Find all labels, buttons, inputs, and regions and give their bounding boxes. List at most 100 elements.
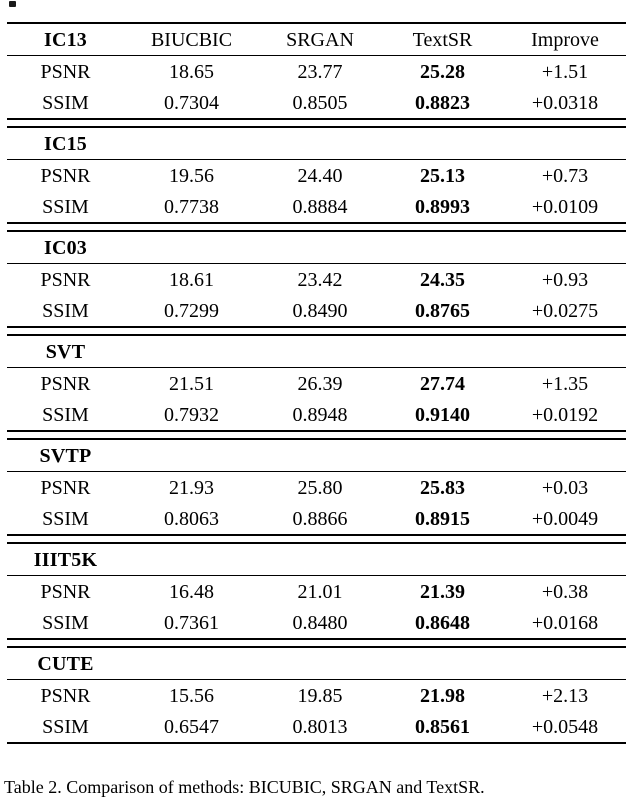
value: 0.8866 [293,508,348,530]
block-separator [7,431,626,439]
value: 0.6547 [164,716,219,738]
value-cell-improve: +0.0192 [504,399,626,431]
block-separator-cell [381,431,504,439]
metric-name-label: SSIM [42,196,89,218]
value: 21.01 [298,581,343,603]
value: +1.51 [542,61,588,83]
group-header-blank-cell [504,543,626,576]
value-cell-textsr: 21.39 [381,576,504,608]
column-header-textsr: TextSR [381,23,504,56]
group-header-row: CUTE [7,647,626,680]
value-cell-bicubic: 0.7932 [124,399,259,431]
group-header-blank-cell [124,543,259,576]
value-cell-bicubic: 0.6547 [124,711,259,743]
group-header-blank-cell [259,439,381,472]
group-header-blank-cell [259,543,381,576]
value-cell-srgan: 0.8505 [259,87,381,119]
block-separator-cell [259,431,381,439]
results-table: IC13BIUCBICSRGANTextSRImprovePSNR18.6523… [7,22,626,744]
metric-name-label: SSIM [42,300,89,322]
value-cell-improve: +0.0109 [504,191,626,223]
value: +0.0318 [532,92,598,114]
value-cell-textsr: 25.28 [381,56,504,88]
table-row: PSNR16.4821.0121.39+0.38 [7,576,626,608]
best-value: 0.8823 [415,92,470,114]
value-cell-improve: +0.0049 [504,503,626,535]
metric-name-cell: SSIM [7,607,124,639]
value: 25.80 [298,477,343,499]
block-separator-cell [124,223,259,231]
value: 21.51 [169,373,214,395]
group-header-blank-cell [381,439,504,472]
value: 0.7738 [164,196,219,218]
value: 0.8948 [293,404,348,426]
group-name-label: IC13 [44,29,87,51]
value: +0.0049 [532,508,598,530]
value-cell-srgan: 21.01 [259,576,381,608]
value: +0.73 [542,165,588,187]
value: 15.56 [169,685,214,707]
value: 26.39 [298,373,343,395]
value-cell-improve: +0.0275 [504,295,626,327]
table-row: PSNR 18.65 23.7725.28 +1.51 [7,56,626,88]
value-cell-bicubic: 18.65 [124,56,259,88]
value-cell-srgan: 23.77 [259,56,381,88]
value-cell-srgan: 0.8866 [259,503,381,535]
block-separator-cell [7,223,124,231]
value-cell-srgan: 26.39 [259,368,381,400]
value: +0.0168 [532,612,598,634]
group-name-cell: IC03 [7,231,124,264]
value: +0.0192 [532,404,598,426]
group-name-label: CUTE [37,653,93,675]
group-header-blank-cell [259,647,381,680]
value: 18.65 [169,61,214,83]
block-separator-cell [7,639,124,647]
block-separator-cell [504,431,626,439]
block-separator [7,223,626,231]
best-value: 0.8915 [415,508,470,530]
group-name-label: SVT [46,341,86,363]
value-cell-bicubic: 21.93 [124,472,259,504]
value-cell-srgan: 0.8013 [259,711,381,743]
best-value: 0.8765 [415,300,470,322]
value-cell-textsr: 0.8648 [381,607,504,639]
group-name-cell: SVT [7,335,124,368]
value: 0.8505 [293,92,348,114]
value: +0.03 [542,477,588,499]
best-value: 0.8561 [415,716,470,738]
value-cell-textsr: 0.8915 [381,503,504,535]
table-row: SSIM0.73040.85050.8823+0.0318 [7,87,626,119]
value-cell-bicubic: 21.51 [124,368,259,400]
column-header-biucbic: BIUCBIC [124,23,259,56]
group-header-blank-cell [381,335,504,368]
block-separator-cell [259,119,381,127]
group-name-label: IC15 [44,133,87,155]
block-separator-cell [259,639,381,647]
metric-name-label: SSIM [42,612,89,634]
value-cell-textsr: 0.8823 [381,87,504,119]
best-value: 0.9140 [415,404,470,426]
value-cell-improve: +0.0318 [504,87,626,119]
metric-name-label: SSIM [42,508,89,530]
metric-name-label: PSNR [40,581,90,603]
group-name-label: IIIT5K [34,549,97,571]
group-header-row: SVTP [7,439,626,472]
value-cell-bicubic: 16.48 [124,576,259,608]
block-separator-cell [504,535,626,543]
value-cell-bicubic: 0.7299 [124,295,259,327]
block-separator-cell [381,119,504,127]
block-separator-cell [504,327,626,335]
metric-name-label: PSNR [40,61,90,83]
block-separator-cell [124,431,259,439]
table-row: PSNR18.6123.4224.35+0.93 [7,264,626,296]
table-row: SSIM0.80630.88660.8915+0.0049 [7,503,626,535]
group-header-blank-cell [504,335,626,368]
best-value: 21.39 [420,581,465,603]
metric-name-cell: SSIM [7,503,124,535]
block-separator [7,639,626,647]
group-header-blank-cell [124,335,259,368]
group-name-cell: IC15 [7,127,124,160]
column-header-improve: Improve [504,23,626,56]
table-row: SSIM0.79320.89480.9140+0.0192 [7,399,626,431]
block-separator-cell [504,119,626,127]
